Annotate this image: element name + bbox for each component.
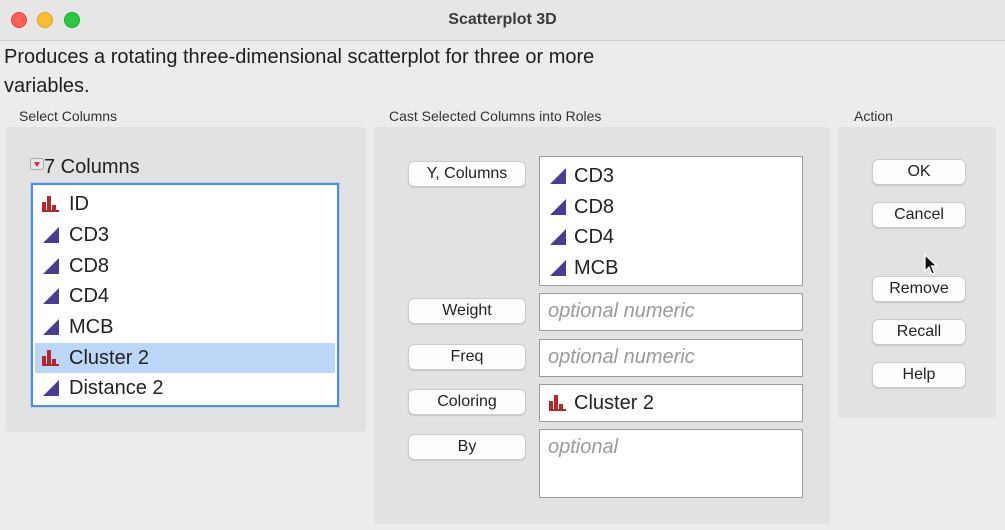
y-columns-role-list[interactable]: CD3 CD8 CD4 MCB (539, 156, 803, 286)
role-item-label: Cluster 2 (574, 392, 655, 414)
column-item-label: CD4 (69, 285, 110, 307)
weight-role-field[interactable]: optional numeric (539, 293, 803, 331)
by-placeholder: optional (548, 436, 619, 458)
y-role-item-mcb[interactable]: MCB (540, 253, 618, 283)
columns-header[interactable]: 7 Columns (30, 156, 140, 179)
continuous-triangle-icon (550, 199, 566, 215)
continuous-triangle-icon (550, 168, 566, 184)
column-item-label: Distance 2 (69, 377, 164, 399)
weight-button[interactable]: Weight (408, 298, 526, 324)
column-item-label: CD3 (69, 224, 110, 246)
select-columns-label: Select Columns (19, 108, 118, 124)
window-title: Scatterplot 3D (448, 11, 557, 28)
role-item-label: CD8 (574, 196, 615, 218)
continuous-triangle-icon (550, 260, 566, 276)
nominal-bars-icon (42, 196, 59, 212)
column-item-cd4[interactable]: CD4 (35, 281, 335, 311)
column-item-cd3[interactable]: CD3 (35, 220, 335, 250)
column-item-cd8[interactable]: CD8 (35, 251, 335, 281)
help-button[interactable]: Help (872, 362, 966, 388)
column-list[interactable]: ID CD3 CD8 CD4 MCB Cluster 2 Distance 2 (30, 182, 340, 408)
role-item-label: MCB (574, 257, 619, 279)
remove-button[interactable]: Remove (872, 276, 966, 302)
coloring-role-item[interactable]: Cluster 2 (540, 388, 654, 418)
column-item-label: CD8 (69, 255, 110, 277)
coloring-role-field[interactable]: Cluster 2 (539, 384, 803, 422)
nominal-bars-icon (42, 350, 59, 366)
y-role-item-cd4[interactable]: CD4 (540, 222, 614, 252)
recall-button[interactable]: Recall (872, 319, 966, 345)
platform-description: Produces a rotating three-dimensional sc… (4, 46, 595, 97)
column-item-id[interactable]: ID (35, 189, 335, 219)
disclosure-triangle-icon[interactable] (30, 158, 44, 170)
title-bar: Scatterplot 3D (0, 0, 1005, 41)
role-item-label: CD3 (574, 165, 615, 187)
continuous-triangle-icon (43, 227, 59, 243)
mouse-cursor-icon (924, 254, 939, 275)
column-item-cluster-2[interactable]: Cluster 2 (35, 343, 335, 373)
coloring-button[interactable]: Coloring (408, 389, 526, 415)
y-role-item-cd8[interactable]: CD8 (540, 192, 614, 222)
column-item-label: Cluster 2 (69, 347, 150, 369)
continuous-triangle-icon (43, 288, 59, 304)
continuous-triangle-icon (550, 229, 566, 245)
column-item-distance-2[interactable]: Distance 2 (35, 373, 335, 403)
column-item-mcb[interactable]: MCB (35, 312, 335, 342)
freq-button[interactable]: Freq (408, 344, 526, 370)
freq-role-field[interactable]: optional numeric (539, 339, 803, 377)
freq-placeholder: optional numeric (548, 346, 695, 368)
action-label: Action (854, 108, 893, 124)
continuous-triangle-icon (43, 319, 59, 335)
y-role-item-cd3[interactable]: CD3 (540, 161, 614, 191)
cancel-button[interactable]: Cancel (872, 202, 966, 228)
nominal-bars-icon (549, 395, 566, 411)
by-button[interactable]: By (408, 434, 526, 460)
ok-button[interactable]: OK (872, 159, 966, 185)
continuous-triangle-icon (43, 380, 59, 396)
cast-roles-label: Cast Selected Columns into Roles (389, 108, 602, 124)
y-columns-button[interactable]: Y, Columns (408, 161, 526, 187)
weight-placeholder: optional numeric (548, 300, 695, 322)
by-role-field[interactable]: optional (539, 429, 803, 498)
continuous-triangle-icon (43, 258, 59, 274)
column-item-label: ID (69, 193, 89, 215)
role-item-label: CD4 (574, 226, 615, 248)
column-item-label: MCB (69, 316, 114, 338)
columns-count-label: 7 Columns (44, 156, 140, 178)
